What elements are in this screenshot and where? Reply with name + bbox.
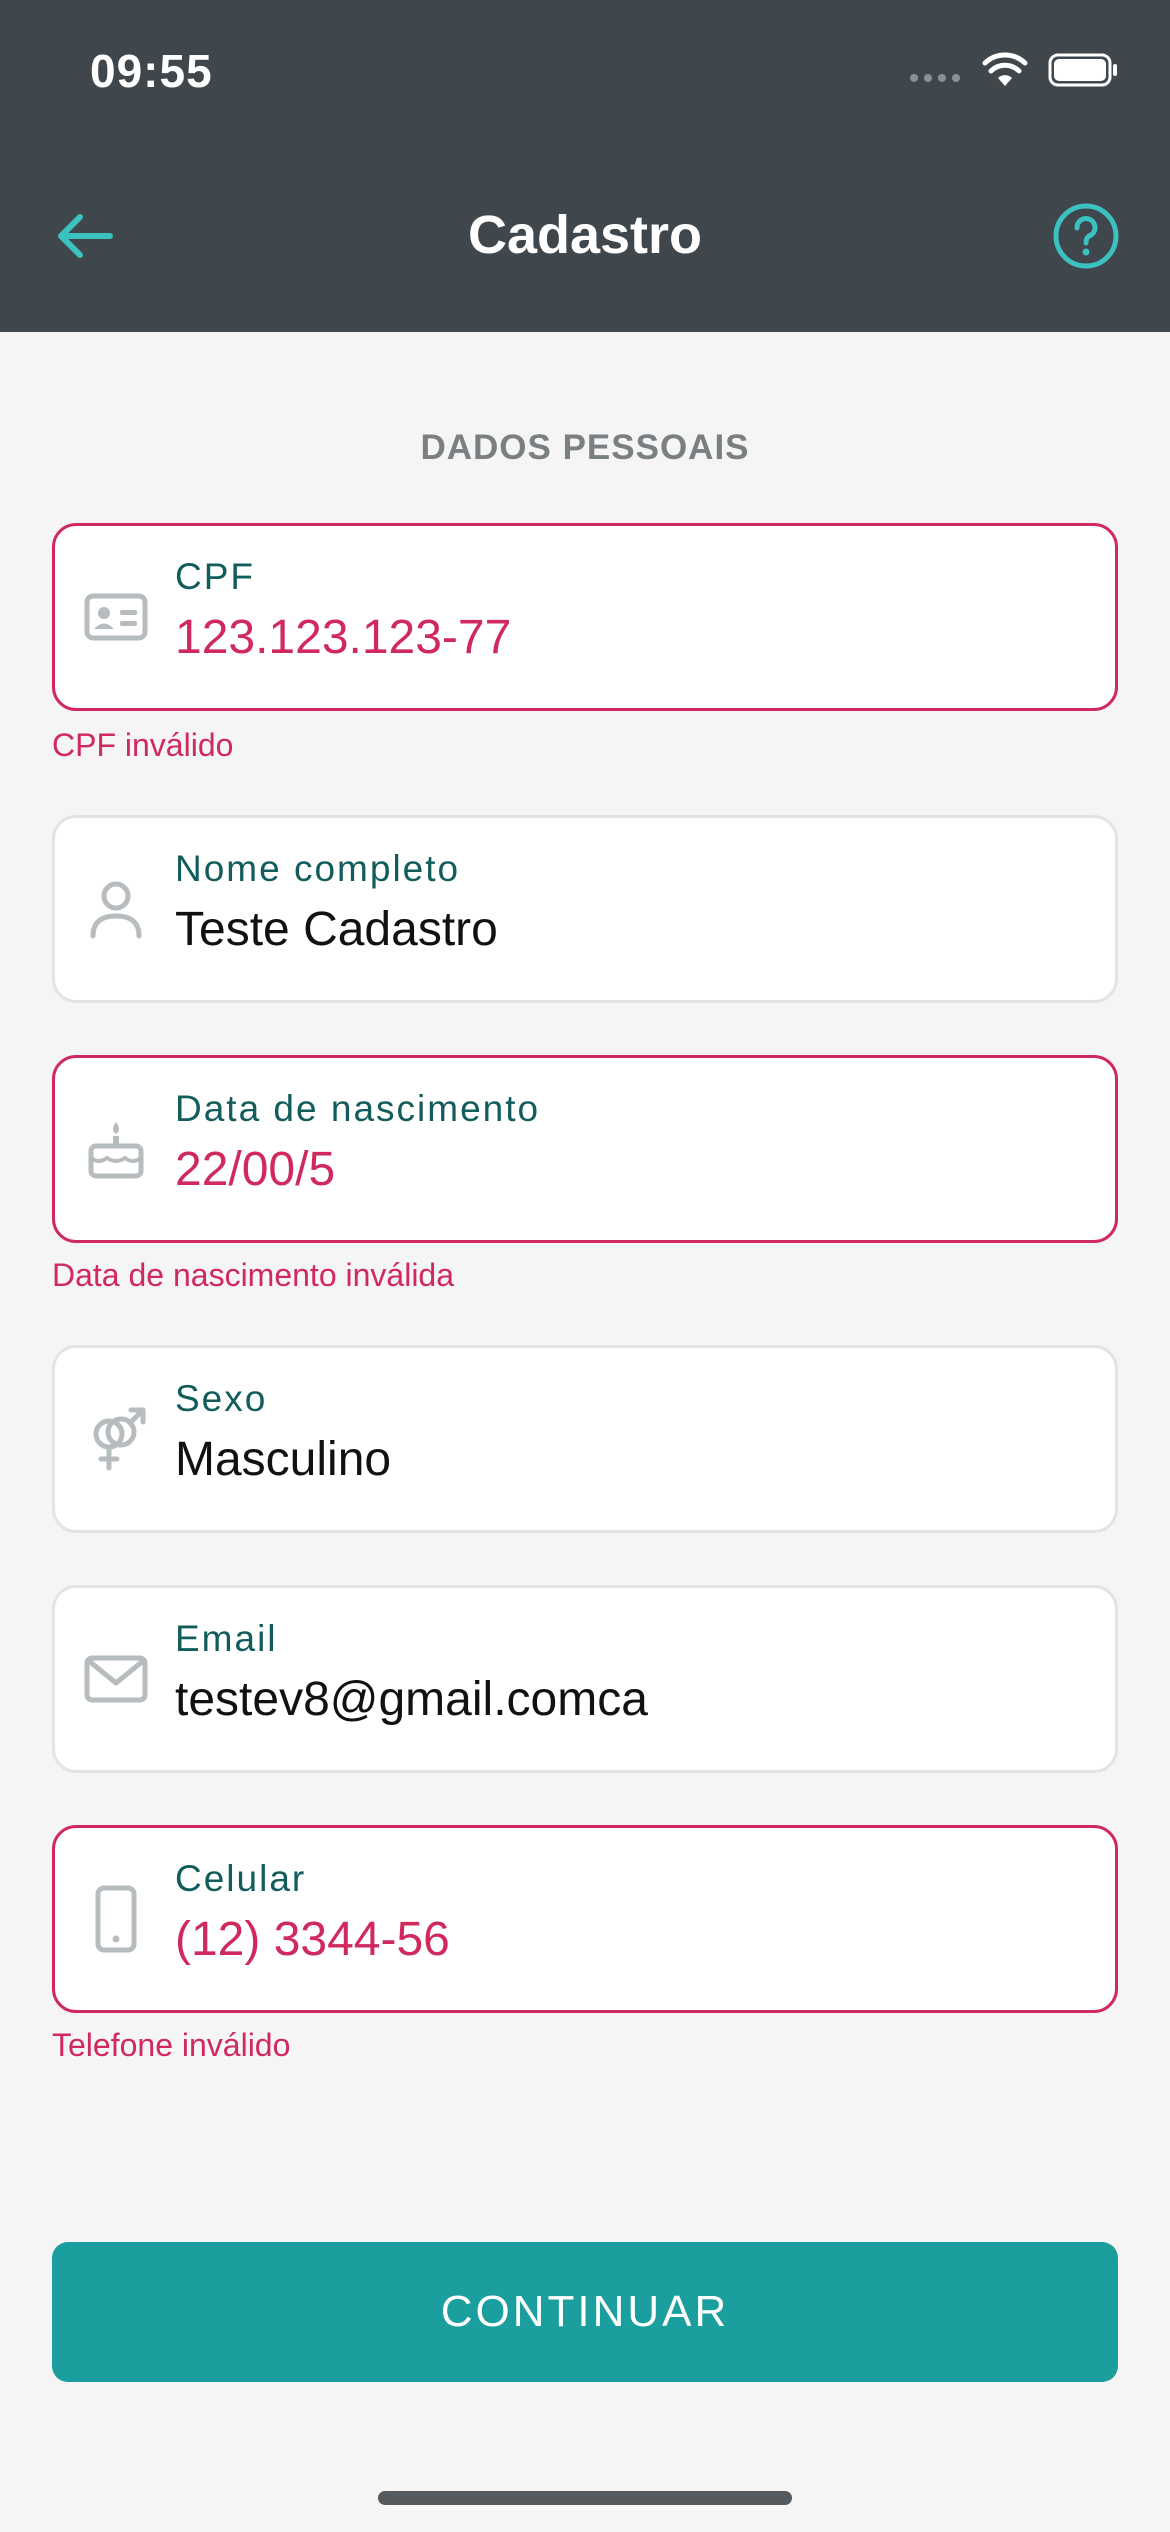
cpf-label: CPF <box>175 556 255 597</box>
status-icons <box>910 52 1118 88</box>
question-circle-icon <box>1053 203 1119 269</box>
birthdate-field[interactable]: Data de nascimento 22/00/5 <box>52 1055 1118 1243</box>
phone-label: Celular <box>175 1858 307 1899</box>
full-name-label: Nome completo <box>175 848 461 889</box>
wifi-icon <box>982 52 1028 86</box>
full-name-field[interactable]: Nome completo Teste Cadastro <box>52 815 1118 1003</box>
phone-icon <box>95 1885 137 1953</box>
continue-button-label: CONTINUAR <box>440 2287 730 2336</box>
email-value[interactable]: testev8@gmail.comca <box>175 1672 648 1727</box>
full-name-value[interactable]: Teste Cadastro <box>175 902 498 957</box>
gender-icon <box>93 1407 146 1471</box>
cpf-field[interactable]: CPF 123.123.123-77 <box>52 523 1118 711</box>
id-card-icon <box>84 593 148 641</box>
birthdate-value[interactable]: 22/00/5 <box>175 1142 335 1197</box>
email-field[interactable]: Email testev8@gmail.comca <box>52 1585 1118 1773</box>
status-time: 09:55 <box>90 45 213 97</box>
gender-label: Sexo <box>175 1378 268 1419</box>
envelope-icon <box>84 1655 148 1703</box>
signal-icon <box>910 74 960 82</box>
cake-icon <box>88 1122 144 1179</box>
page-title: Cadastro <box>467 205 703 265</box>
birthdate-label: Data de nascimento <box>175 1088 541 1129</box>
battery-icon <box>1048 53 1117 87</box>
help-button[interactable] <box>1052 202 1120 270</box>
top-bar: 09:55 Cadastro <box>0 0 1170 332</box>
cpf-error: CPF inválido <box>52 727 234 763</box>
phone-error: Telefone inválido <box>52 2027 291 2063</box>
birthdate-error: Data de nascimento inválida <box>52 1257 455 1293</box>
email-label: Email <box>175 1618 278 1659</box>
continue-button[interactable]: CONTINUAR <box>52 2242 1118 2382</box>
phone-value[interactable]: (12) 3344-56 <box>175 1912 450 1967</box>
cpf-value[interactable]: 123.123.123-77 <box>175 610 511 665</box>
gender-field[interactable]: Sexo Masculino <box>52 1345 1118 1533</box>
user-icon <box>90 881 142 939</box>
gender-value[interactable]: Masculino <box>175 1432 391 1487</box>
section-title: DADOS PESSOAIS <box>420 428 750 467</box>
home-indicator <box>378 2491 792 2505</box>
phone-field[interactable]: Celular (12) 3344-56 <box>52 1825 1118 2013</box>
